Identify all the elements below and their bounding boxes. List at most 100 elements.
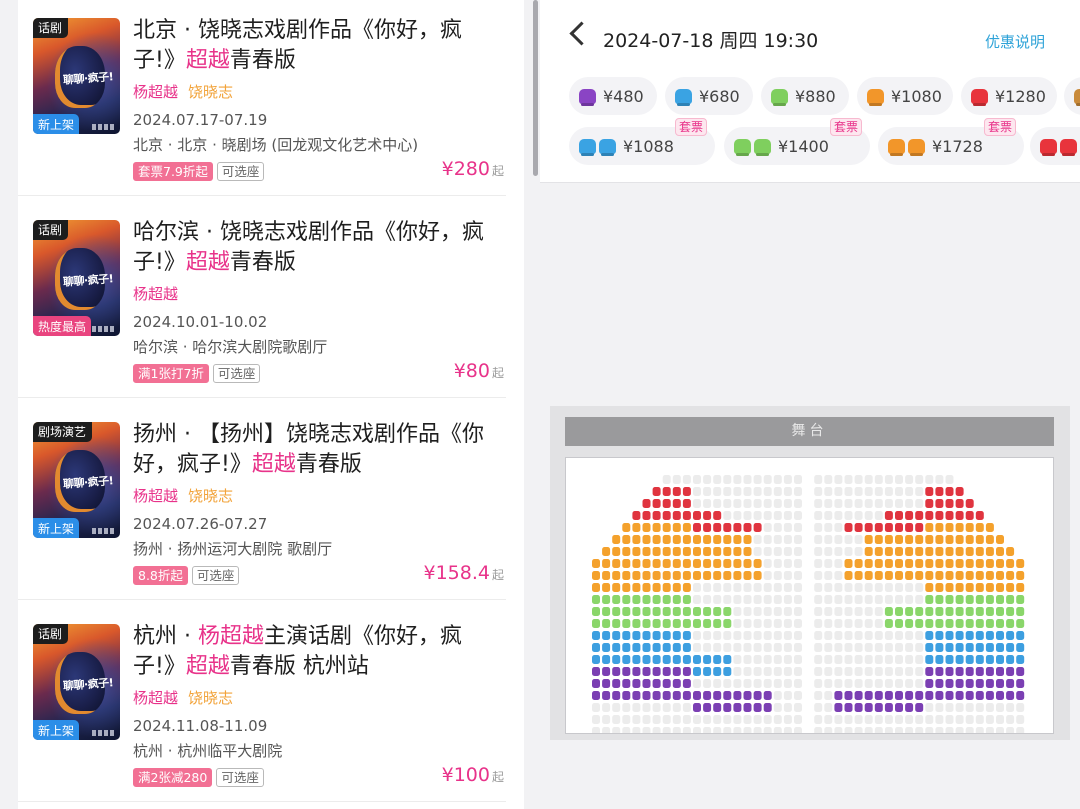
seat[interactable]	[622, 643, 631, 652]
seat[interactable]	[945, 583, 954, 592]
package-price-chip[interactable]: ¥1728 套票	[878, 118, 1024, 165]
seat[interactable]	[1006, 691, 1015, 700]
seat[interactable]	[955, 511, 964, 520]
seat[interactable]	[905, 703, 914, 712]
seat[interactable]	[874, 559, 883, 568]
seat[interactable]	[682, 691, 691, 700]
seat[interactable]	[864, 571, 873, 580]
price-chip[interactable]: ¥880	[761, 77, 849, 115]
seat[interactable]	[662, 607, 671, 616]
seat[interactable]	[884, 703, 893, 712]
seat[interactable]	[925, 595, 934, 604]
seat[interactable]	[895, 559, 903, 568]
seat[interactable]	[965, 595, 974, 604]
seat[interactable]	[1006, 571, 1015, 580]
seat[interactable]	[935, 655, 944, 664]
seat[interactable]	[1016, 655, 1025, 664]
seat[interactable]	[682, 667, 691, 676]
seat[interactable]	[612, 535, 621, 544]
show-poster[interactable]: 聊聊·疯子! 话剧 新上架	[33, 18, 120, 134]
show-poster[interactable]: 聊聊·疯子! 剧场演艺 新上架	[33, 422, 120, 538]
back-arrow-icon[interactable]	[569, 21, 594, 46]
show-card[interactable]: 聊聊·疯子! 话剧 新上架 北京 · 饶晓志戏剧作品《你好，疯子!》超越青春版 杨超越饶…	[18, 0, 524, 196]
seat[interactable]	[672, 511, 681, 520]
seat[interactable]	[632, 559, 641, 568]
seat[interactable]	[996, 691, 1004, 700]
seat[interactable]	[662, 655, 671, 664]
cast-name[interactable]: 杨超越	[133, 83, 178, 101]
cast-name[interactable]: 饶晓志	[188, 689, 233, 707]
seat[interactable]	[965, 523, 974, 532]
seat[interactable]	[632, 619, 641, 628]
seat[interactable]	[955, 571, 964, 580]
seat[interactable]	[652, 631, 661, 640]
package-price-chip[interactable]: ¥1400 套票	[724, 118, 870, 165]
seat[interactable]	[965, 535, 974, 544]
seat[interactable]	[713, 607, 722, 616]
seat[interactable]	[945, 535, 954, 544]
seat[interactable]	[632, 655, 641, 664]
seat[interactable]	[965, 583, 974, 592]
price-chip[interactable]: ¥680	[665, 77, 753, 115]
seat[interactable]	[652, 511, 661, 520]
seat[interactable]	[662, 499, 671, 508]
seat[interactable]	[844, 571, 853, 580]
seat[interactable]	[915, 619, 924, 628]
seat[interactable]	[935, 607, 944, 616]
seat[interactable]	[925, 571, 934, 580]
seat[interactable]	[945, 595, 954, 604]
seat[interactable]	[985, 583, 994, 592]
seat[interactable]	[955, 583, 964, 592]
seat[interactable]	[602, 631, 611, 640]
seat[interactable]	[592, 679, 600, 688]
seat[interactable]	[996, 667, 1004, 676]
seat[interactable]	[662, 535, 671, 544]
seat[interactable]	[703, 703, 712, 712]
seat[interactable]	[935, 547, 944, 556]
seat[interactable]	[693, 691, 701, 700]
seat[interactable]	[975, 691, 984, 700]
seat[interactable]	[965, 643, 974, 652]
seat[interactable]	[935, 583, 944, 592]
seat[interactable]	[682, 595, 691, 604]
seat[interactable]	[662, 571, 671, 580]
seat[interactable]	[682, 631, 691, 640]
seat[interactable]	[682, 547, 691, 556]
seat[interactable]	[874, 703, 883, 712]
seat[interactable]	[682, 619, 691, 628]
seat[interactable]	[642, 691, 651, 700]
seat[interactable]	[662, 631, 671, 640]
seat[interactable]	[915, 703, 924, 712]
show-poster[interactable]: 聊聊·疯子! 话剧 热度最高	[33, 220, 120, 336]
seat[interactable]	[915, 691, 924, 700]
seat[interactable]	[612, 691, 621, 700]
seat[interactable]	[905, 571, 914, 580]
seat[interactable]	[905, 559, 914, 568]
seat[interactable]	[602, 547, 611, 556]
seat[interactable]	[985, 667, 994, 676]
seat[interactable]	[1006, 607, 1015, 616]
seat[interactable]	[733, 703, 742, 712]
seat[interactable]	[672, 667, 681, 676]
seat[interactable]	[713, 703, 722, 712]
seat[interactable]	[965, 679, 974, 688]
seat[interactable]	[622, 547, 631, 556]
seat[interactable]	[672, 607, 681, 616]
seat[interactable]	[652, 523, 661, 532]
seat[interactable]	[723, 655, 732, 664]
seat[interactable]	[985, 643, 994, 652]
seat[interactable]	[693, 655, 701, 664]
seat[interactable]	[874, 571, 883, 580]
seat[interactable]	[955, 631, 964, 640]
seat[interactable]	[945, 487, 954, 496]
seat[interactable]	[743, 703, 752, 712]
seat[interactable]	[723, 691, 732, 700]
seat[interactable]	[996, 679, 1004, 688]
seat[interactable]	[672, 631, 681, 640]
seat[interactable]	[935, 595, 944, 604]
seat[interactable]	[652, 667, 661, 676]
seat[interactable]	[662, 487, 671, 496]
seat[interactable]	[1016, 667, 1025, 676]
seat[interactable]	[905, 511, 914, 520]
seat[interactable]	[703, 607, 712, 616]
